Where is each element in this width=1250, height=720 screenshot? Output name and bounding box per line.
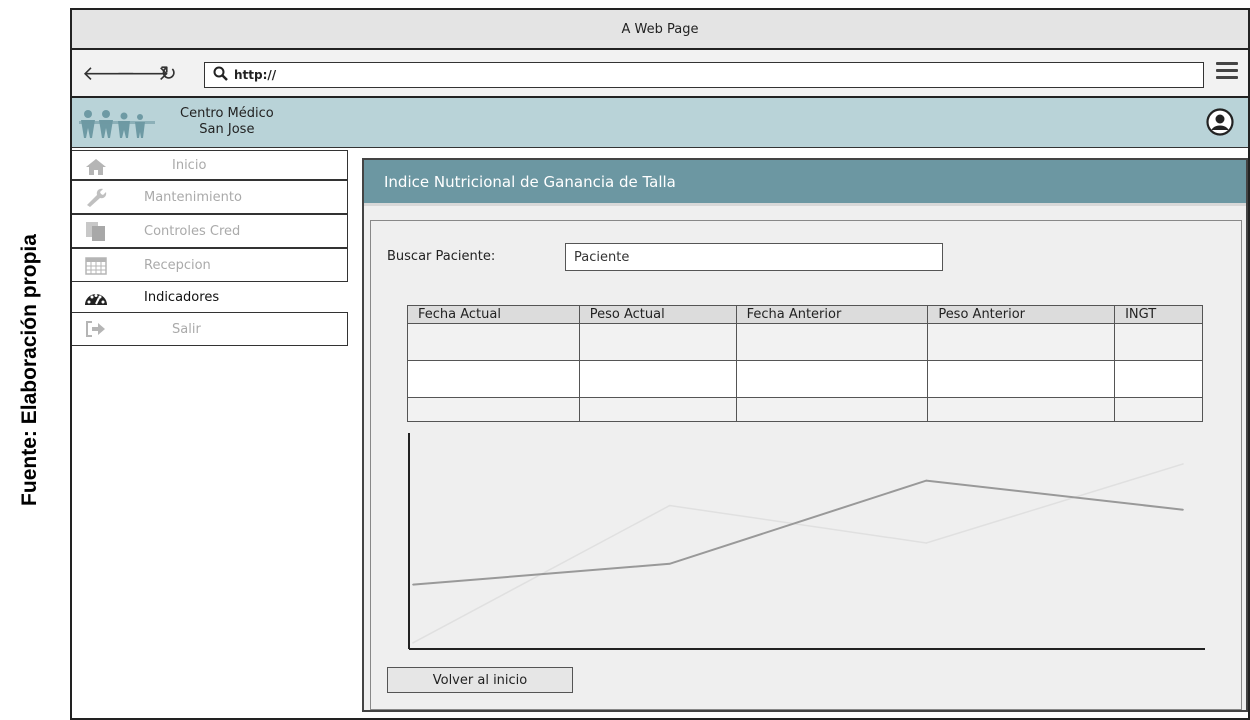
- sidebar-item-mantenimiento[interactable]: Mantenimiento: [72, 180, 348, 214]
- sidebar-item-controles-cred[interactable]: Controles Cred: [72, 214, 348, 248]
- indicator-panel: Indice Nutricional de Ganancia de Talla …: [362, 158, 1248, 712]
- column-header[interactable]: Peso Actual: [578, 305, 737, 324]
- browser-window: A Web Page 🡐 🡒 ↻ http:// Centro Médico S…: [70, 8, 1250, 720]
- wrench-icon: [87, 188, 107, 207]
- user-avatar-icon[interactable]: [1206, 108, 1234, 136]
- panel-title: Indice Nutricional de Ganancia de Talla: [364, 160, 1246, 206]
- browser-titlebar: A Web Page: [72, 10, 1248, 50]
- table-cell: [578, 397, 737, 422]
- column-header[interactable]: Fecha Actual: [407, 305, 580, 324]
- family-logo-icon: [79, 110, 155, 138]
- reload-icon[interactable]: ↻: [160, 63, 177, 83]
- browser-title: A Web Page: [621, 21, 699, 37]
- figure-caption: Fuente: Elaboración propia: [0, 0, 60, 720]
- table-cell: [578, 360, 737, 398]
- table-row[interactable]: [407, 323, 1203, 361]
- table-cell: [1114, 397, 1203, 422]
- table-cell: [1114, 323, 1203, 361]
- sidebar-item-recepcion[interactable]: Recepcion: [72, 248, 348, 282]
- panel-body: Buscar Paciente: Paciente Fecha Actual P…: [370, 220, 1242, 710]
- table-cell: [1114, 360, 1203, 398]
- column-header[interactable]: INGT: [1114, 305, 1203, 324]
- table-cell: [735, 323, 929, 361]
- table-cell: [927, 360, 1116, 398]
- calendar-icon: [85, 257, 107, 275]
- series-1-point: [668, 563, 671, 565]
- url-input[interactable]: http://: [204, 62, 1204, 88]
- sidebar-item-indicadores[interactable]: Indicadores: [72, 282, 348, 312]
- line-chart: [408, 433, 1205, 650]
- table-cell: [735, 397, 929, 422]
- home-icon: [86, 159, 106, 175]
- column-header[interactable]: Peso Anterior: [927, 305, 1116, 324]
- series-1-point: [412, 583, 414, 586]
- table-row[interactable]: [407, 360, 1203, 398]
- exit-icon: [86, 321, 105, 337]
- caption-text: Fuente: Elaboración propia: [18, 234, 41, 506]
- series-2-point: [1182, 463, 1184, 465]
- series-1-point: [925, 479, 928, 482]
- table-row[interactable]: [407, 397, 1203, 422]
- app-header: Centro Médico San Jose: [72, 98, 1248, 148]
- sidebar-menu: Inicio Mantenimiento Controles Cred Rece…: [72, 150, 348, 346]
- table-cell: [407, 323, 580, 361]
- sidebar-item-inicio[interactable]: Inicio: [72, 150, 348, 180]
- table-cell: [927, 397, 1116, 422]
- patient-search-input[interactable]: Paciente: [565, 243, 943, 271]
- series-line-2: [412, 463, 1184, 644]
- indicator-table: Fecha Actual Peso Actual Fecha Anterior …: [407, 305, 1203, 422]
- hamburger-menu-icon[interactable]: [1216, 62, 1238, 82]
- table-cell: [578, 323, 737, 361]
- column-header[interactable]: Fecha Anterior: [735, 305, 929, 324]
- series-line-1: [412, 479, 1184, 586]
- gauge-icon: [85, 294, 107, 305]
- series-2-point: [925, 542, 928, 544]
- search-label: Buscar Paciente:: [387, 249, 496, 264]
- table-cell: [735, 360, 929, 398]
- series-2-point: [412, 642, 414, 644]
- documents-icon: [86, 222, 105, 241]
- address-bar: 🡐 🡒 ↻ http://: [72, 50, 1248, 98]
- table-cell: [927, 323, 1116, 361]
- search-icon: [213, 66, 228, 85]
- series-2-point: [668, 504, 671, 507]
- url-text: http://: [234, 68, 277, 82]
- clinic-name: Centro Médico San Jose: [180, 106, 274, 137]
- sidebar-item-salir[interactable]: Salir: [72, 312, 348, 346]
- table-cell: [407, 397, 580, 422]
- back-to-home-button[interactable]: Volver al inicio: [387, 667, 573, 693]
- table-cell: [407, 360, 580, 398]
- series-1-point: [1182, 508, 1184, 511]
- table-header-row: Fecha Actual Peso Actual Fecha Anterior …: [407, 305, 1203, 324]
